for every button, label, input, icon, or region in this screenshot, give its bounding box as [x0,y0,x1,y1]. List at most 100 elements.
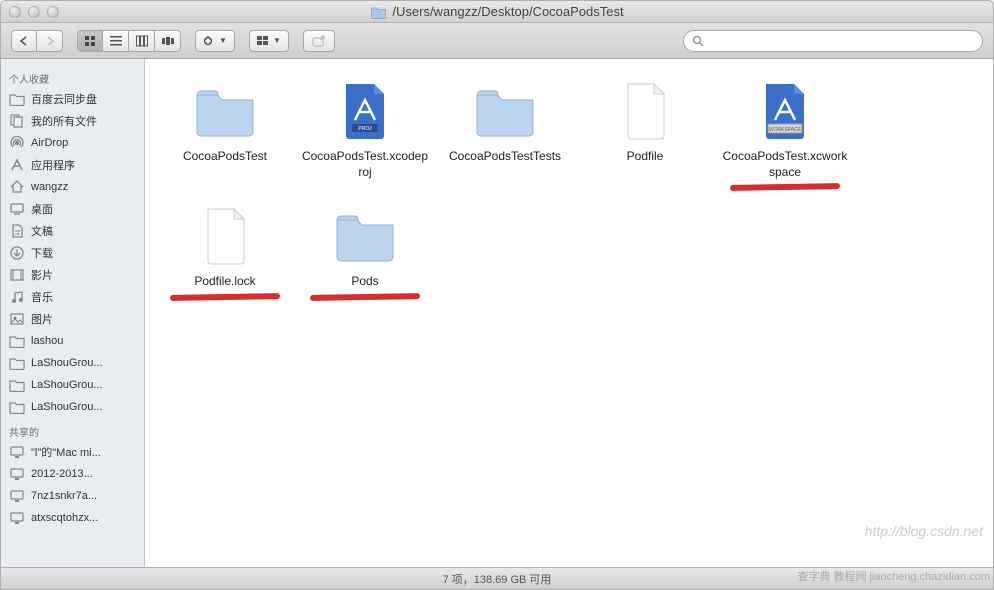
sidebar-shared-2[interactable]: 7nz1snkr7a... [1,485,144,507]
annotation-underline [730,183,840,191]
sidebar-item-label: 影片 [31,267,53,283]
annotation-underline [310,293,420,301]
airdrop-icon [9,135,25,151]
downloads-icon [9,245,25,261]
xcodeproj-icon: PROJ [333,79,397,143]
sidebar-item-label: AirDrop [31,137,68,149]
sidebar-item-folder-12[interactable]: LaShouGrou... [1,352,144,374]
sidebar-item-label: 桌面 [31,201,53,217]
share-button[interactable] [303,30,335,52]
shared-header: 共享的 [1,418,144,441]
sidebar-item-folder-13[interactable]: LaShouGrou... [1,374,144,396]
file-item[interactable]: Podfile [575,79,715,180]
file-label: Pods [351,274,378,290]
window-title: /Users/wangzz/Desktop/CocoaPodsTest [370,4,623,19]
sidebar-item-label: 音乐 [31,289,53,305]
file-label: CocoaPodsTest.xcworkspace [720,149,850,180]
sidebar-item-downloads-7[interactable]: 下载 [1,242,144,264]
list-view-button[interactable] [103,30,129,52]
file-item[interactable]: Pods [295,204,435,290]
view-buttons [77,30,181,52]
zoom-button[interactable] [47,6,59,18]
applications-icon [9,157,25,173]
sidebar-item-music-9[interactable]: 音乐 [1,286,144,308]
svg-text:WORKSPACE: WORKSPACE [769,127,802,133]
sidebar-item-movies-8[interactable]: 影片 [1,264,144,286]
coverflow-view-button[interactable] [155,30,181,52]
sidebar-item-label: 2012-2013... [31,468,93,480]
documents-icon [9,223,25,239]
watermark-site: 查字典 教程网 jiaocheng.chazidian.com [797,568,990,584]
favorites-header: 个人收藏 [1,65,144,88]
music-icon [9,289,25,305]
sidebar-item-folder-14[interactable]: LaShouGrou... [1,396,144,418]
close-button[interactable] [9,6,21,18]
titlebar: /Users/wangzz/Desktop/CocoaPodsTest [1,1,993,23]
sidebar-item-label: "l"的"Mac mi... [31,444,101,460]
blank-icon [193,204,257,268]
folder-icon [9,399,25,415]
file-label: CocoaPodsTest [183,149,267,165]
folder-icon [9,91,25,107]
movies-icon [9,267,25,283]
sidebar-item-desktop-5[interactable]: 桌面 [1,198,144,220]
sidebar-item-all-files-1[interactable]: 我的所有文件 [1,110,144,132]
search-input[interactable] [704,34,974,48]
folder-icon [9,377,25,393]
file-item[interactable]: CocoaPodsTest [155,79,295,180]
minimize-button[interactable] [28,6,40,18]
sidebar-item-airdrop-2[interactable]: AirDrop [1,132,144,154]
sidebar-item-folder-0[interactable]: 百度云同步盘 [1,88,144,110]
computer-icon [9,510,25,526]
sidebar-item-documents-6[interactable]: 文稿 [1,220,144,242]
file-label: Podfile.lock [194,274,255,290]
xcworkspace-icon: WORKSPACE [753,79,817,143]
folder-icon [370,5,386,19]
folder-icon [193,79,257,143]
sidebar: 个人收藏 百度云同步盘我的所有文件 AirDrop 应用程序 wangzz 桌面文稿下载… [1,59,145,567]
watermark-blog: http://blog.csdn.net [865,523,983,539]
action-button[interactable]: ▼ [195,30,235,52]
sidebar-item-label: 我的所有文件 [31,113,97,129]
icon-view-button[interactable] [77,30,103,52]
folder-icon [333,204,397,268]
sidebar-shared-0[interactable]: "l"的"Mac mi... [1,441,144,463]
computer-icon [9,488,25,504]
sidebar-item-label: 百度云同步盘 [31,91,97,107]
sidebar-item-applications-3[interactable]: 应用程序 [1,154,144,176]
folder-icon [473,79,537,143]
sidebar-item-folder-11[interactable]: lashou [1,330,144,352]
sidebar-shared-3[interactable]: atxscqtohzx... [1,507,144,529]
sidebar-item-label: 7nz1snkr7a... [31,490,97,502]
sidebar-item-home-4[interactable]: wangzz [1,176,144,198]
sidebar-item-label: LaShouGrou... [31,401,103,413]
sidebar-item-label: LaShouGrou... [31,379,103,391]
file-item[interactable]: CocoaPodsTestTests [435,79,575,180]
search-field[interactable] [683,30,983,52]
file-label: Podfile [627,149,664,165]
file-content[interactable]: CocoaPodsTest PROJCocoaPodsTest.xcodeproj… [145,59,993,567]
toolbar: ▼ ▼ [1,23,993,59]
sidebar-item-label: 图片 [31,311,53,327]
search-icon [692,35,704,47]
sidebar-item-label: atxscqtohzx... [31,512,98,524]
sidebar-item-label: 下载 [31,245,53,261]
all-files-icon [9,113,25,129]
sidebar-item-label: wangzz [31,181,68,193]
back-button[interactable] [11,30,37,52]
forward-button[interactable] [37,30,63,52]
arrange-button[interactable]: ▼ [249,30,289,52]
sidebar-shared-1[interactable]: 2012-2013... [1,463,144,485]
computer-icon [9,466,25,482]
file-label: CocoaPodsTestTests [449,149,561,165]
file-item[interactable]: PROJCocoaPodsTest.xcodeproj [295,79,435,180]
blank-icon [613,79,677,143]
sidebar-item-label: lashou [31,335,63,347]
annotation-underline [170,293,280,301]
nav-buttons [11,30,63,52]
svg-text:PROJ: PROJ [358,126,372,132]
file-item[interactable]: WORKSPACE CocoaPodsTest.xcworkspace [715,79,855,180]
file-item[interactable]: Podfile.lock [155,204,295,290]
sidebar-item-pictures-10[interactable]: 图片 [1,308,144,330]
column-view-button[interactable] [129,30,155,52]
